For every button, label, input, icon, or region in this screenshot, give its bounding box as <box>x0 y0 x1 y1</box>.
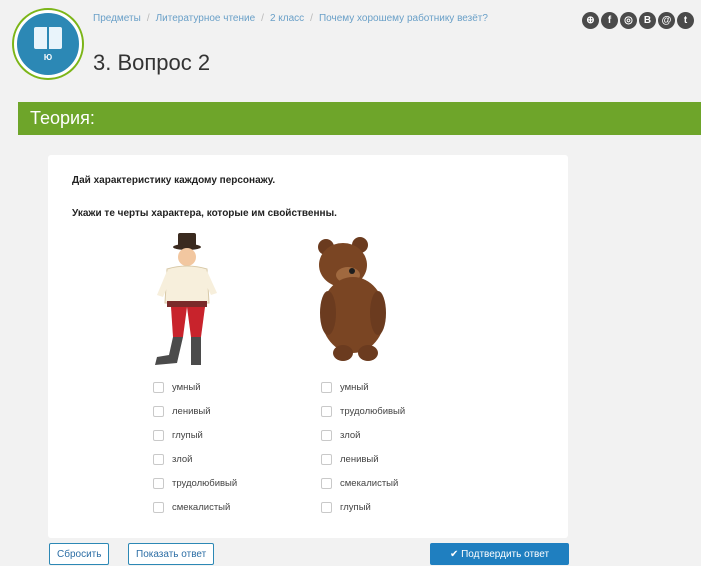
bear-options-list: умный трудолюбивый злой ленивый смекалис… <box>321 375 405 519</box>
option-bear-4[interactable]: ленивый <box>321 447 405 471</box>
option-label: трудолюбивый <box>172 477 238 489</box>
option-label: умный <box>172 381 201 393</box>
breadcrumb: Предметы / Литературное чтение / 2 класс / Поч… <box>93 13 563 25</box>
reset-button[interactable]: Сбросить <box>49 543 110 565</box>
option-label: глупый <box>340 501 371 513</box>
option-man-1[interactable]: умный <box>153 375 237 399</box>
checkbox[interactable] <box>153 405 164 417</box>
facebook-icon[interactable]: f <box>601 12 618 29</box>
breadcrumb-item-literature[interactable]: Литературное чтение <box>156 13 256 24</box>
option-bear-5[interactable]: смекалистый <box>321 471 405 495</box>
page-title: 3. Вопрос 2 <box>93 50 211 75</box>
confirm-answer-button[interactable]: ✔ Подтвердить ответ <box>430 543 569 565</box>
option-man-2[interactable]: ленивый <box>153 399 237 423</box>
question-instruction: Дай характеристику каждому персонажу. <box>72 175 276 186</box>
option-man-4[interactable]: злой <box>153 447 237 471</box>
option-label: смекалистый <box>340 477 399 489</box>
breadcrumb-separator: / <box>261 13 264 24</box>
ok-icon[interactable]: ◎ <box>620 12 637 29</box>
option-man-3[interactable]: глупый <box>153 423 237 447</box>
checkbox[interactable] <box>321 381 332 393</box>
theory-label: Теория: <box>30 108 95 128</box>
option-bear-2[interactable]: трудолюбивый <box>321 399 405 423</box>
logo-text: Ю <box>43 53 53 62</box>
breadcrumb-separator: / <box>146 13 150 24</box>
theory-bar[interactable]: Теория: <box>18 102 701 135</box>
breadcrumb-item-grade[interactable]: 2 класс <box>270 13 304 24</box>
question-instruction-secondary: Укажи те черты характера, которые им сво… <box>72 208 337 219</box>
social-share-bar: ⊕ f ◎ В @ t <box>582 12 694 29</box>
option-man-5[interactable]: трудолюбивый <box>153 471 237 495</box>
option-label: смекалистый <box>172 501 231 513</box>
checkbox[interactable] <box>321 405 332 417</box>
checkbox[interactable] <box>321 429 332 441</box>
option-bear-6[interactable]: глупый <box>321 495 405 519</box>
show-answer-button[interactable]: Показать ответ <box>128 543 215 565</box>
option-label: злой <box>340 429 361 441</box>
checkbox[interactable] <box>321 477 332 489</box>
mail-icon[interactable]: @ <box>658 12 675 29</box>
breadcrumb-item-subjects[interactable]: Предметы <box>93 13 141 24</box>
twitter-icon[interactable]: t <box>677 12 694 29</box>
share-icon[interactable]: ⊕ <box>582 12 599 29</box>
checkbox[interactable] <box>153 381 164 393</box>
man-options-list: умный ленивый глупый злой трудолюбивый с… <box>153 375 237 519</box>
option-label: злой <box>172 453 193 465</box>
book-icon <box>34 27 62 49</box>
checkbox[interactable] <box>321 453 332 465</box>
option-label: ленивый <box>340 453 379 465</box>
option-label: умный <box>340 381 369 393</box>
bear-illustration <box>318 237 386 361</box>
page-header: Ю Предметы / Литературное чтение/2 класс / П… <box>0 0 701 96</box>
option-label: ленивый <box>172 405 211 417</box>
option-bear-1[interactable]: умный <box>321 375 405 399</box>
option-man-6[interactable]: смекалистый <box>153 495 237 519</box>
checkbox[interactable] <box>153 477 164 489</box>
checkbox[interactable] <box>321 501 332 513</box>
man-illustration <box>155 233 217 365</box>
vk-icon[interactable]: В <box>639 12 656 29</box>
checkbox[interactable] <box>153 453 164 465</box>
breadcrumb-separator: / <box>310 13 313 24</box>
checkbox[interactable] <box>153 429 164 441</box>
option-label: глупый <box>172 429 203 441</box>
checkbox[interactable] <box>153 501 164 513</box>
option-label: трудолюбивый <box>340 405 406 417</box>
option-bear-3[interactable]: злой <box>321 423 405 447</box>
question-card: Дай характеристику каждому персонажу. Ук… <box>48 155 568 538</box>
breadcrumb-item-topic[interactable]: Почему хорошему работнику везёт? <box>319 13 488 24</box>
site-logo[interactable]: Ю <box>14 10 82 78</box>
